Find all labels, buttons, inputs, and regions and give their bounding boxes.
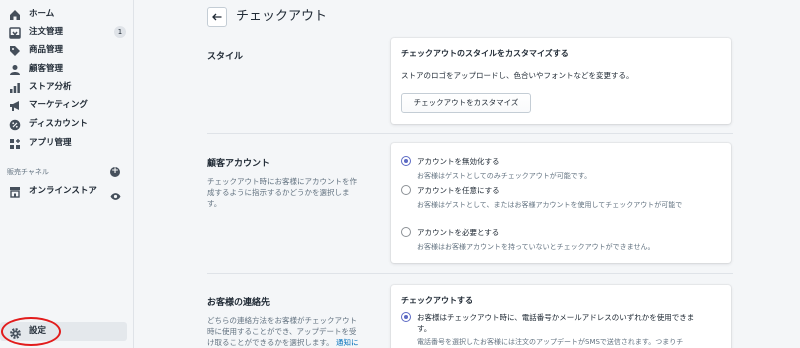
radio-require-accounts[interactable] bbox=[401, 227, 411, 237]
style-card-text: ストアのロゴをアップロードし、色合いやフォントなどを変更する。 bbox=[401, 71, 634, 80]
main-content: チェックアウト スタイル チェックアウトのスタイルをカスタマイズする ストアのロ… bbox=[134, 0, 800, 348]
bar-chart-icon bbox=[8, 81, 21, 94]
sidebar-item-label: ホーム bbox=[29, 9, 55, 19]
back-button[interactable] bbox=[207, 7, 227, 27]
tag-icon bbox=[8, 44, 21, 57]
radio-disable-accounts[interactable] bbox=[401, 156, 411, 166]
sidebar-item-home[interactable]: ホーム bbox=[0, 6, 134, 24]
contact-card: チェックアウトする お客様はチェックアウト時に、電話番号かメールアドレスのいずれ… bbox=[391, 285, 731, 348]
sidebar-item-label: 顧客管理 bbox=[29, 64, 64, 74]
option-help: お客様はゲストとしてのみチェックアウトが可能です。 bbox=[417, 172, 592, 180]
person-icon bbox=[8, 63, 21, 76]
page-title: チェックアウト bbox=[236, 9, 328, 24]
sidebar-item-products[interactable]: 商品管理 bbox=[0, 42, 134, 60]
gear-icon bbox=[9, 325, 22, 339]
section-divider bbox=[207, 273, 733, 274]
style-card: チェックアウトのスタイルをカスタマイズする ストアのロゴをアップロードし、色合い… bbox=[391, 38, 731, 124]
add-channel-button[interactable]: + bbox=[110, 167, 120, 177]
sidebar-item-label: オンラインストア bbox=[29, 186, 97, 196]
radio-optional-accounts[interactable] bbox=[401, 185, 411, 195]
discount-icon bbox=[8, 118, 21, 131]
eye-icon[interactable] bbox=[110, 186, 121, 200]
radio-phone-or-email[interactable] bbox=[401, 312, 411, 322]
sidebar-item-customers[interactable]: 顧客管理 bbox=[0, 61, 134, 79]
sidebar-item-label: ディスカウント bbox=[29, 119, 88, 129]
sidebar-item-label: 注文管理 bbox=[29, 27, 64, 37]
sidebar-item-analytics[interactable]: ストア分析 bbox=[0, 79, 134, 97]
apps-icon bbox=[8, 137, 21, 150]
sidebar-item-label: 商品管理 bbox=[29, 45, 64, 55]
sidebar-item-apps[interactable]: アプリ管理 bbox=[0, 135, 134, 153]
option-label: アカウントを必要とする bbox=[417, 228, 500, 237]
sidebar-item-settings[interactable]: 設定 bbox=[0, 322, 127, 341]
sidebar: ホーム 注文管理 1 商品管理 顧客管理 ストア分析 マーケティング ディスカウ… bbox=[0, 0, 134, 348]
orders-count-badge: 1 bbox=[114, 26, 126, 38]
sidebar-item-label: マーケティング bbox=[29, 100, 88, 110]
option-help: 電話番号を選択したお客様には注文のアップデートがSMSで送信されます。つまりチ bbox=[417, 338, 684, 346]
accounts-card: アカウントを無効化する お客様はゲストとしてのみチェックアウトが可能です。 アカ… bbox=[391, 143, 731, 263]
sidebar-item-discounts[interactable]: ディスカウント bbox=[0, 116, 134, 134]
accounts-section-description: チェックアウト時にお客様にアカウントを作 成するように指示するかどうかを選択しま… bbox=[207, 177, 357, 208]
sidebar-item-label: アプリ管理 bbox=[29, 138, 72, 148]
contact-card-title: チェックアウトする bbox=[401, 296, 473, 305]
home-icon bbox=[8, 8, 21, 21]
customize-checkout-button[interactable]: チェックアウトをカスタマイズ bbox=[401, 93, 531, 113]
orders-icon bbox=[8, 26, 21, 39]
contact-section-title: お客様の連絡先 bbox=[207, 298, 271, 308]
sidebar-item-orders[interactable]: 注文管理 1 bbox=[0, 24, 134, 42]
style-card-title: チェックアウトのスタイルをカスタマイズする bbox=[401, 49, 569, 58]
sales-channels-heading: 販売チャネル bbox=[7, 168, 49, 176]
accounts-section-title: 顧客アカウント bbox=[207, 159, 271, 169]
section-divider bbox=[207, 133, 733, 134]
option-help: お客様はゲストとして、またはお客様アカウントを使用してチェックアウトが可能で bbox=[417, 201, 683, 209]
option-label: アカウントを無効化する bbox=[417, 157, 500, 166]
sidebar-item-label: 設定 bbox=[29, 326, 47, 336]
megaphone-icon bbox=[8, 99, 21, 112]
option-label: アカウントを任意にする bbox=[417, 186, 500, 195]
arrow-left-icon bbox=[212, 13, 222, 21]
style-section-title: スタイル bbox=[207, 52, 244, 62]
sidebar-item-label: ストア分析 bbox=[29, 82, 72, 92]
store-icon bbox=[8, 185, 21, 198]
sidebar-item-marketing[interactable]: マーケティング bbox=[0, 97, 134, 115]
option-label: お客様はチェックアウト時に、電話番号かメールアドレスのいずれかを使用できま す。 bbox=[417, 313, 695, 333]
option-help: お客様はお客様アカウントを持っていないとチェックアウトができません。 bbox=[417, 243, 655, 251]
contact-section-description: どちらの連絡方法をお客様がチェックアウト 時に使用することができ、アップデートを… bbox=[207, 316, 359, 347]
notifications-link[interactable]: 通知に bbox=[336, 338, 359, 347]
